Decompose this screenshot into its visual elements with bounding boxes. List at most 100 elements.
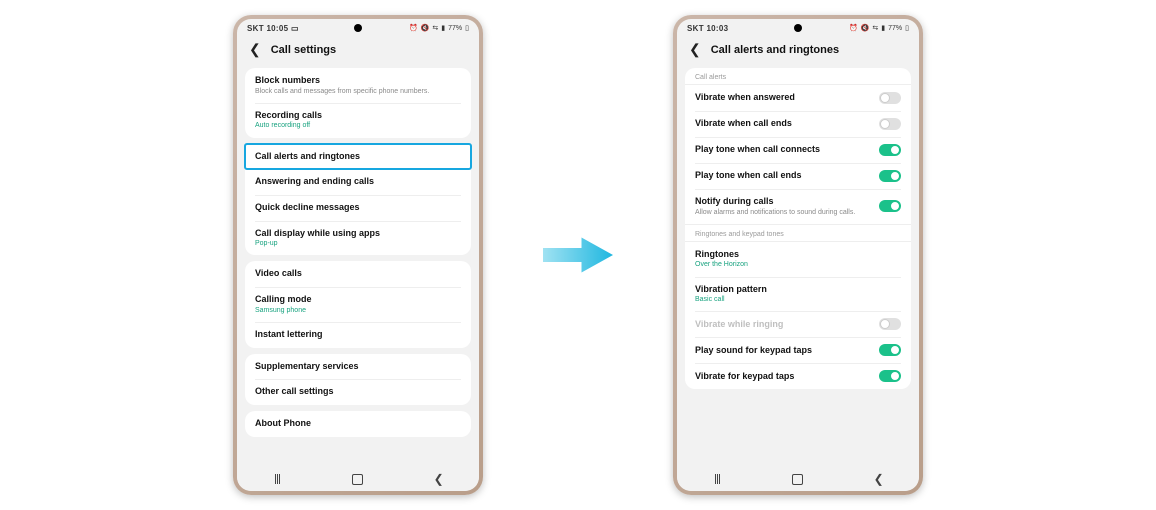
network-icon: ⇆ [432,24,438,32]
row-title: Call alerts and ringtones [255,151,461,163]
signal-icon: ▮ [881,24,885,32]
row-sub: Basic call [695,295,901,304]
row-sub: Auto recording off [255,121,461,130]
row-title: Play sound for keypad taps [695,345,879,357]
settings-scroll[interactable]: Call alerts Vibrate when answered Vibrat… [677,68,919,467]
nav-recents-button[interactable] [257,474,297,484]
switch-vibrate-end[interactable] [879,118,901,130]
nav-home-button[interactable] [778,474,818,485]
row-keypad-sound[interactable]: Play sound for keypad taps [685,337,911,363]
row-ringtones[interactable]: Ringtones Over the Horizon [685,242,911,277]
row-tone-end[interactable]: Play tone when call ends [685,163,911,189]
row-other-call-settings[interactable]: Other call settings [245,379,471,405]
row-title: Instant lettering [255,329,461,341]
row-vibrate-end[interactable]: Vibrate when call ends [685,111,911,137]
alarm-icon: ⏰ [849,24,858,32]
row-sub: Pop-up [255,239,461,248]
switch-vibrate-ringing [879,318,901,330]
status-time: 10:05 [266,24,288,33]
battery-icon: ▯ [465,24,469,32]
row-call-alerts-and-ringtones[interactable]: Call alerts and ringtones [245,144,471,170]
row-answering-ending[interactable]: Answering and ending calls [245,169,471,195]
nav-bar: ❮ [237,467,479,491]
switch-keypad-sound[interactable] [879,344,901,356]
nav-back-button[interactable]: ❮ [419,472,459,486]
row-title: Calling mode [255,294,461,306]
status-right: ⏰ 🔇 ⇆ ▮ 77% ▯ [409,24,469,32]
row-title: Vibrate when answered [695,92,879,104]
nav-recents-button[interactable] [697,474,737,484]
switch-notify-during[interactable] [879,200,901,212]
row-title: Vibrate when call ends [695,118,879,130]
row-block-numbers[interactable]: Block numbers Block calls and messages f… [245,68,471,103]
page-title: Call alerts and ringtones [711,44,839,56]
signal-icon: ▮ [441,24,445,32]
status-carrier: SKT [247,24,264,33]
mute-icon: 🔇 [421,24,430,32]
row-vibrate-answered[interactable]: Vibrate when answered [685,85,911,111]
row-instant-lettering[interactable]: Instant lettering [245,322,471,348]
row-title: Call display while using apps [255,228,461,240]
row-tone-connect[interactable]: Play tone when call connects [685,137,911,163]
row-calling-mode[interactable]: Calling mode Samsung phone [245,287,471,322]
screen-right: SKT 10:03 ⏰ 🔇 ⇆ ▮ 77% ▯ ❮ Call alerts an… [677,19,919,491]
nav-back-button[interactable]: ❮ [859,472,899,486]
phone-right: SKT 10:03 ⏰ 🔇 ⇆ ▮ 77% ▯ ❮ Call alerts an… [673,15,923,495]
row-notify-during[interactable]: Notify during calls Allow alarms and not… [685,189,911,224]
row-title: Play tone when call connects [695,144,879,156]
switch-tone-connect[interactable] [879,144,901,156]
settings-card-5: About Phone [245,411,471,437]
row-title: Notify during calls [695,196,879,208]
switch-keypad-vibrate[interactable] [879,370,901,382]
network-icon: ⇆ [872,24,878,32]
alerts-card: Call alerts Vibrate when answered Vibrat… [685,68,911,389]
status-left: SKT 10:03 [687,24,849,33]
battery-icon: ▯ [905,24,909,32]
nav-home-button[interactable] [338,474,378,485]
stage: SKT 10:05 ▭ ⏰ 🔇 ⇆ ▮ 77% ▯ ❮ Call setting… [0,0,1156,510]
row-title: Supplementary services [255,361,461,373]
camera-punch [794,24,802,32]
alarm-icon: ⏰ [409,24,418,32]
row-title: Ringtones [695,249,901,261]
camera-punch [354,24,362,32]
row-quick-decline[interactable]: Quick decline messages [245,195,471,221]
section-label-ringtones: Ringtones and keypad tones [685,224,911,242]
row-title: Play tone when call ends [695,170,879,182]
settings-card-3: Video calls Calling mode Samsung phone I… [245,261,471,347]
row-about-phone[interactable]: About Phone [245,411,471,437]
status-time: 10:03 [706,24,728,33]
row-title: About Phone [255,418,461,430]
row-sub: Samsung phone [255,306,461,315]
row-title: Other call settings [255,386,461,398]
back-icon[interactable]: ❮ [249,41,261,58]
arrow-icon [543,232,613,278]
row-title: Recording calls [255,110,461,122]
screen-left: SKT 10:05 ▭ ⏰ 🔇 ⇆ ▮ 77% ▯ ❮ Call setting… [237,19,479,491]
status-right: ⏰ 🔇 ⇆ ▮ 77% ▯ [849,24,909,32]
nav-bar: ❮ [677,467,919,491]
row-title: Video calls [255,268,461,280]
row-title: Vibrate while ringing [695,319,879,331]
switch-tone-end[interactable] [879,170,901,182]
page-title: Call settings [271,44,336,56]
row-vibration-pattern[interactable]: Vibration pattern Basic call [685,277,911,312]
status-carrier: SKT [687,24,704,33]
back-icon[interactable]: ❮ [689,41,701,58]
row-title: Answering and ending calls [255,176,461,188]
row-title: Vibrate for keypad taps [695,371,879,383]
row-recording-calls[interactable]: Recording calls Auto recording off [245,103,471,138]
row-title: Block numbers [255,75,461,87]
row-vibrate-ringing: Vibrate while ringing [685,311,911,337]
row-supplementary[interactable]: Supplementary services [245,354,471,380]
settings-scroll[interactable]: Block numbers Block calls and messages f… [237,68,479,467]
row-title: Quick decline messages [255,202,461,214]
settings-card-4: Supplementary services Other call settin… [245,354,471,405]
switch-vibrate-answered[interactable] [879,92,901,104]
row-keypad-vibrate[interactable]: Vibrate for keypad taps [685,363,911,389]
row-video-calls[interactable]: Video calls [245,261,471,287]
battery-percent: 77% [888,25,902,32]
mute-icon: 🔇 [861,24,870,32]
row-call-display[interactable]: Call display while using apps Pop-up [245,221,471,256]
settings-card-1: Block numbers Block calls and messages f… [245,68,471,138]
